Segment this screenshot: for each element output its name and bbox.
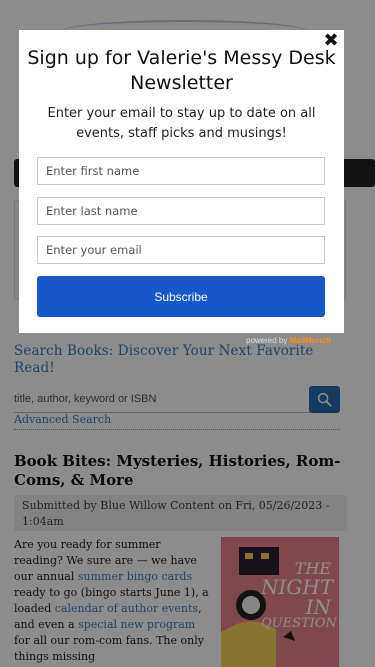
- newsletter-modal: ✖ Sign up for Valerie's Messy Desk Newsl…: [19, 30, 344, 333]
- subscribe-button[interactable]: Subscribe: [37, 276, 325, 317]
- first-name-field[interactable]: [37, 157, 325, 185]
- modal-description: Enter your email to stay up to date on a…: [47, 106, 316, 141]
- email-field[interactable]: [37, 236, 325, 264]
- modal-title: Sign up for Valerie's Messy Desk Newslet…: [27, 47, 336, 94]
- mailmunch-brand[interactable]: MailMunch: [290, 336, 331, 345]
- powered-by-credit[interactable]: powered by MailMunch: [246, 336, 331, 345]
- powered-by-text: powered by: [246, 336, 288, 345]
- last-name-field[interactable]: [37, 197, 325, 225]
